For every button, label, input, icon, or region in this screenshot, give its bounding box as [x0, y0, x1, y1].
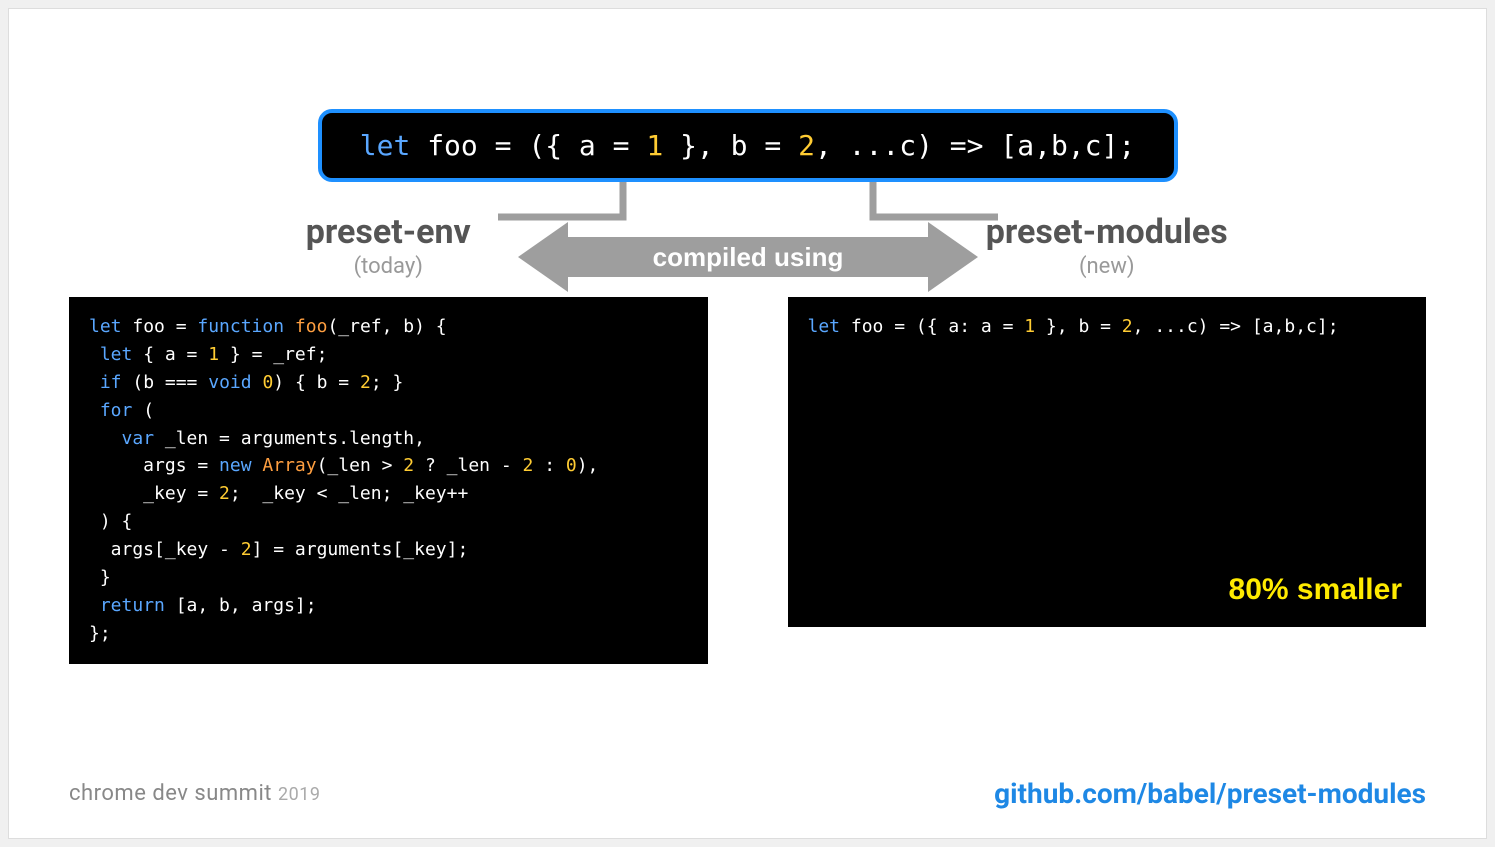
footer-link[interactable]: github.com/babel/preset-modules: [994, 777, 1426, 810]
code-preset-env: let foo = function foo(_ref, b) { let { …: [69, 297, 708, 664]
slide: let foo = ({ a = 1 }, b = 2, ...c) => [a…: [8, 8, 1487, 839]
callout-smaller: 80% smaller: [1229, 567, 1402, 614]
event-year: 2019: [278, 784, 320, 805]
event-name: chrome dev summit: [69, 781, 272, 806]
code-preset-modules: let foo = ({ a: a = 1 }, b = 2, ...c) =>…: [788, 297, 1427, 627]
source-code-block: let foo = ({ a = 1 }, b = 2, ...c) => [a…: [318, 109, 1178, 182]
arrow-label: compiled using: [652, 242, 843, 272]
footer-event: chrome dev summit 2019: [69, 781, 320, 806]
